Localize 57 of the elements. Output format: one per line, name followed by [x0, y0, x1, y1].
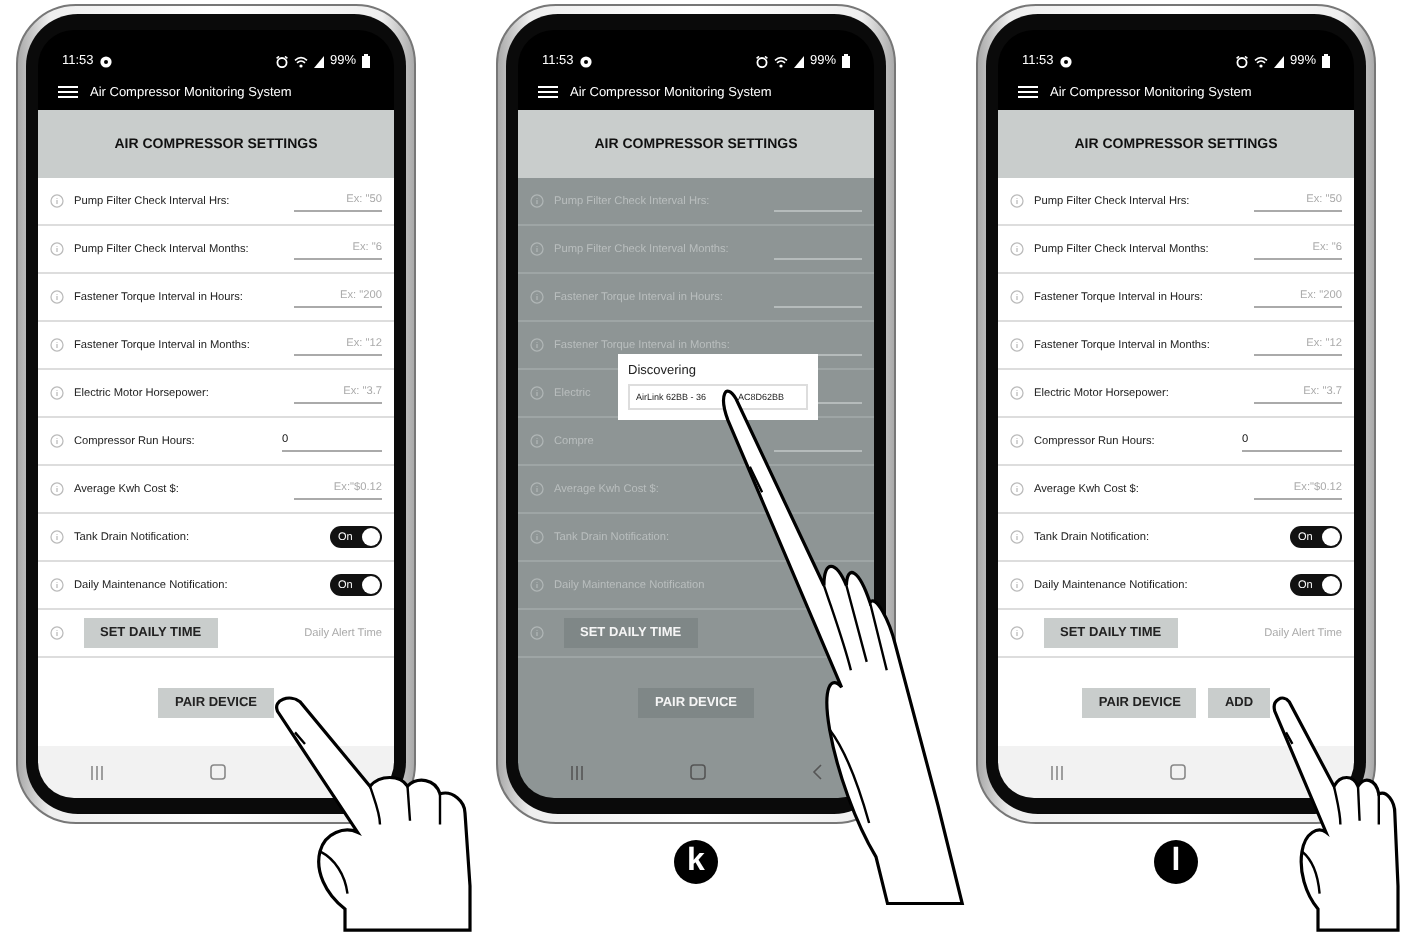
- info-icon[interactable]: [50, 530, 64, 544]
- menu-icon[interactable]: [58, 86, 78, 98]
- info-icon[interactable]: [1010, 434, 1024, 448]
- home-icon[interactable]: [209, 764, 226, 780]
- info-icon[interactable]: [530, 530, 544, 544]
- home-icon[interactable]: [1169, 764, 1186, 780]
- info-icon[interactable]: [1010, 386, 1024, 400]
- info-icon[interactable]: [50, 338, 64, 352]
- menu-icon[interactable]: [538, 86, 558, 98]
- wifi-icon: [1253, 56, 1268, 68]
- info-icon[interactable]: [1010, 338, 1024, 352]
- signal-icon: [1273, 56, 1284, 68]
- info-icon[interactable]: [50, 290, 64, 304]
- info-icon[interactable]: [530, 626, 544, 640]
- info-icon[interactable]: [530, 290, 544, 304]
- info-icon[interactable]: [50, 482, 64, 496]
- info-icon[interactable]: [1010, 626, 1024, 640]
- back-icon[interactable]: [811, 764, 822, 780]
- info-icon[interactable]: [1010, 242, 1024, 256]
- step-badge: k: [674, 840, 718, 884]
- recent-apps-icon[interactable]: [90, 765, 105, 779]
- info-icon[interactable]: [1010, 530, 1024, 544]
- alarm-icon: [1235, 56, 1248, 68]
- info-icon[interactable]: [530, 482, 544, 496]
- recent-apps-icon[interactable]: [1050, 765, 1065, 779]
- info-icon[interactable]: [50, 386, 64, 400]
- wifi-icon: [773, 56, 788, 68]
- info-icon[interactable]: [50, 434, 64, 448]
- alarm-icon: [275, 56, 288, 68]
- signal-icon: [793, 56, 804, 68]
- notification-icon: [99, 56, 112, 68]
- home-icon[interactable]: [689, 764, 706, 780]
- battery-icon: [842, 54, 850, 68]
- info-icon[interactable]: [50, 194, 64, 208]
- signal-icon: [313, 56, 324, 68]
- info-icon[interactable]: [1010, 482, 1024, 496]
- info-icon[interactable]: [530, 434, 544, 448]
- info-icon[interactable]: [1010, 290, 1024, 304]
- info-icon[interactable]: [50, 626, 64, 640]
- info-icon[interactable]: [530, 338, 544, 352]
- wifi-icon: [293, 56, 308, 68]
- info-icon[interactable]: [1010, 578, 1024, 592]
- alarm-icon: [755, 56, 768, 68]
- info-icon[interactable]: [530, 386, 544, 400]
- info-icon[interactable]: [1010, 194, 1024, 208]
- info-icon[interactable]: [530, 194, 544, 208]
- info-icon[interactable]: [50, 578, 64, 592]
- menu-icon[interactable]: [1018, 86, 1038, 98]
- recent-apps-icon[interactable]: [570, 765, 585, 779]
- info-icon[interactable]: [530, 578, 544, 592]
- notification-icon: [1059, 56, 1072, 68]
- battery-icon: [1322, 54, 1330, 68]
- info-icon[interactable]: [50, 242, 64, 256]
- battery-icon: [362, 54, 370, 68]
- info-icon[interactable]: [530, 242, 544, 256]
- notification-icon: [579, 56, 592, 68]
- step-badge: l: [1154, 840, 1198, 884]
